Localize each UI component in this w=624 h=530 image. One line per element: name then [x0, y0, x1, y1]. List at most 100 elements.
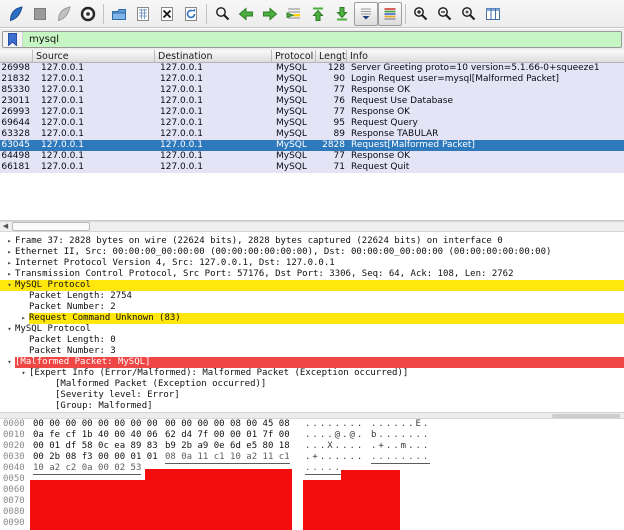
- column-header-source[interactable]: Source: [33, 50, 155, 63]
- chevron-down-icon[interactable]: ▾: [18, 368, 29, 379]
- packet-row-selected[interactable]: 63045127.0.0.1127.0.0.1MySQL2828Request[…: [0, 140, 624, 151]
- go-forward-button[interactable]: [258, 2, 282, 26]
- zoom-reset-button[interactable]: [457, 2, 481, 26]
- cell-length: 90: [312, 74, 345, 85]
- display-filter-input[interactable]: mysql: [2, 31, 622, 48]
- packet-row[interactable]: 66181127.0.0.1127.0.0.1MySQL71Request Qu…: [0, 162, 624, 173]
- detail-row-text: [Malformed Packet (Exception occurred)]: [55, 379, 270, 390]
- hex-row[interactable]: 00100a fe cf 1b 40 00 40 0662 d4 7f 00 0…: [0, 430, 624, 441]
- packet-row[interactable]: 26998127.0.0.1127.0.0.1MySQL128Server Gr…: [0, 63, 624, 74]
- go-back-button[interactable]: [234, 2, 258, 26]
- detail-tree-row[interactable]: Packet Length: 2754: [0, 291, 624, 302]
- detail-tree-row[interactable]: ▸Transmission Control Protocol, Src Port…: [0, 269, 624, 280]
- detail-tree-row[interactable]: ▸Request Command Unknown (83): [0, 313, 624, 324]
- go-first-button[interactable]: [306, 2, 330, 26]
- go-last-button[interactable]: [330, 2, 354, 26]
- detail-row-text: Frame 37: 2828 bytes on wire (22624 bits…: [15, 236, 507, 247]
- hex-row[interactable]: 000000 00 00 00 00 00 00 0000 00 00 00 0…: [0, 419, 624, 430]
- detail-tree-row[interactable]: ▾[Malformed Packet: MySQL]: [0, 357, 624, 368]
- cell-info: Response OK: [351, 107, 623, 118]
- chevron-right-icon[interactable]: ▸: [4, 236, 15, 247]
- detail-tree-row[interactable]: ▾MySQL Protocol: [0, 280, 624, 291]
- scrollbar-thumb[interactable]: [12, 222, 90, 231]
- chevron-down-icon[interactable]: ▾: [4, 280, 15, 291]
- chevron-right-icon[interactable]: ▸: [18, 313, 29, 324]
- hex-row[interactable]: 004010 a2 c2 0a 00 02 53.....: [0, 463, 624, 474]
- packet-row[interactable]: 63328127.0.0.1127.0.0.1MySQL89Response T…: [0, 129, 624, 140]
- capture-restart-button[interactable]: [52, 2, 76, 26]
- column-header-protocol[interactable]: Protocol: [272, 50, 316, 63]
- cell-source: 127.0.0.1: [41, 140, 153, 151]
- capture-stop-icon: [31, 5, 49, 23]
- file-close-button[interactable]: [155, 2, 179, 26]
- auto-scroll-button[interactable]: [354, 2, 378, 26]
- detail-tree-row[interactable]: ▸Frame 37: 2828 bytes on wire (22624 bit…: [0, 236, 624, 247]
- scrollbar-thumb[interactable]: [552, 414, 620, 418]
- chevron-right-icon[interactable]: ▸: [4, 247, 15, 258]
- hex-offset: 0040: [3, 463, 29, 474]
- column-header-no[interactable]: [0, 50, 33, 63]
- detail-tree-row[interactable]: [Severity level: Error]: [0, 390, 624, 401]
- detail-tree-row[interactable]: ▸Internet Protocol Version 4, Src: 127.0…: [0, 258, 624, 269]
- go-last-icon: [333, 5, 351, 23]
- packet-row[interactable]: 69644127.0.0.1127.0.0.1MySQL95Request Qu…: [0, 118, 624, 129]
- detail-tree-row[interactable]: ▾[Expert Info (Error/Malformed): Malform…: [0, 368, 624, 379]
- packet-list-hscrollbar[interactable]: ◀: [0, 221, 624, 232]
- packet-row[interactable]: 26993127.0.0.1127.0.0.1MySQL77Response O…: [0, 107, 624, 118]
- chevron-right-icon[interactable]: ▸: [4, 258, 15, 269]
- packet-row[interactable]: 85330127.0.0.1127.0.0.1MySQL77Response O…: [0, 85, 624, 96]
- cell-protocol: MySQL: [276, 162, 316, 173]
- cell-destination: 127.0.0.1: [160, 85, 270, 96]
- cell-protocol: MySQL: [276, 140, 316, 151]
- find-packet-button[interactable]: [210, 2, 234, 26]
- go-to-packet-button[interactable]: [282, 2, 306, 26]
- toolbar-separator: [206, 4, 207, 24]
- detail-tree-row[interactable]: [Malformed Packet (Exception occurred)]: [0, 379, 624, 390]
- chevron-right-icon[interactable]: ▸: [4, 269, 15, 280]
- colorize-button[interactable]: [378, 2, 402, 26]
- column-header-destination[interactable]: Destination: [155, 50, 272, 63]
- detail-tree-row[interactable]: Packet Number: 2: [0, 302, 624, 313]
- chevron-down-icon[interactable]: ▾: [4, 324, 15, 335]
- packet-row[interactable]: 23011127.0.0.1127.0.0.1MySQL76Request Us…: [0, 96, 624, 107]
- capture-options-button[interactable]: [76, 2, 100, 26]
- column-header-length[interactable]: Length: [316, 50, 347, 63]
- detail-tree-row[interactable]: Packet Number: 3: [0, 346, 624, 357]
- pane-splitter[interactable]: [0, 412, 624, 419]
- cell-length: 76: [312, 96, 345, 107]
- detail-tree-row[interactable]: [Group: Malformed]: [0, 401, 624, 412]
- packet-row[interactable]: 64498127.0.0.1127.0.0.1MySQL77Response O…: [0, 151, 624, 162]
- packet-bytes-pane[interactable]: 000000 00 00 00 00 00 00 0000 00 00 00 0…: [0, 419, 624, 530]
- capture-start-button[interactable]: [4, 2, 28, 26]
- colorize-icon: [381, 5, 399, 23]
- chevron-down-icon[interactable]: ▾: [4, 357, 15, 368]
- filter-bookmark-icon[interactable]: [3, 32, 23, 47]
- detail-row-text: MySQL Protocol: [15, 324, 95, 335]
- zoom-out-icon: [436, 5, 454, 23]
- packet-row[interactable]: 21832127.0.0.1127.0.0.1MySQL90Login Requ…: [0, 74, 624, 85]
- hex-row[interactable]: 003000 2b 08 f3 00 00 01 0108 0a 11 c1 1…: [0, 452, 624, 463]
- detail-row-text: Packet Length: 2754: [29, 291, 136, 302]
- cell-no: 21832: [0, 74, 30, 85]
- detail-tree-row[interactable]: Packet Length: 0: [0, 335, 624, 346]
- detail-tree-row[interactable]: ▸Ethernet II, Src: 00:00:00_00:00:00 (00…: [0, 247, 624, 258]
- detail-tree-row[interactable]: ▾MySQL Protocol: [0, 324, 624, 335]
- column-header-info[interactable]: Info: [347, 50, 624, 63]
- hex-row[interactable]: 002000 01 df 58 0c ea 89 83b9 2b a9 0e 6…: [0, 441, 624, 452]
- capture-stop-button[interactable]: [28, 2, 52, 26]
- detail-row-text: Packet Number: 3: [29, 346, 120, 357]
- packet-list-header: Source Destination Protocol Length Info: [0, 50, 624, 63]
- resize-columns-button[interactable]: [481, 2, 505, 26]
- cell-protocol: MySQL: [276, 96, 316, 107]
- redaction-block: [30, 480, 292, 530]
- file-open-button[interactable]: [107, 2, 131, 26]
- file-save-button[interactable]: [131, 2, 155, 26]
- toolbar-separator: [405, 4, 406, 24]
- file-reload-button[interactable]: [179, 2, 203, 26]
- cell-protocol: MySQL: [276, 63, 316, 74]
- scroll-left-arrow-icon[interactable]: ◀: [0, 222, 11, 231]
- zoom-in-button[interactable]: [409, 2, 433, 26]
- resize-columns-icon: [484, 5, 502, 23]
- zoom-out-button[interactable]: [433, 2, 457, 26]
- cell-destination: 127.0.0.1: [160, 140, 270, 151]
